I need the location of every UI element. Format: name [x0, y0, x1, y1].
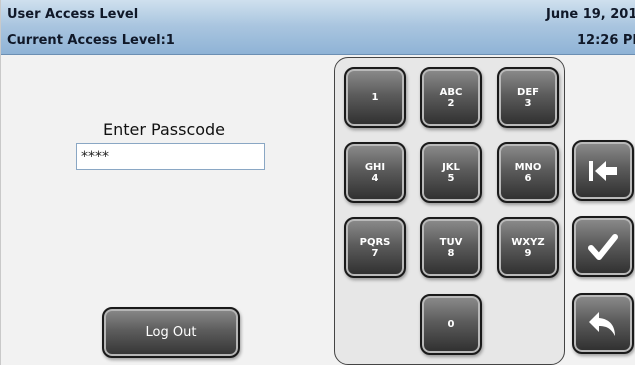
- header-bar: User Access Level Current Access Level:1…: [1, 0, 635, 55]
- date-display: June 19, 2014: [546, 7, 635, 22]
- key-2[interactable]: ABC 2: [420, 67, 482, 128]
- key-digit: 7: [371, 247, 379, 259]
- key-digit: 2: [447, 97, 455, 109]
- log-out-button[interactable]: Log Out: [102, 307, 240, 358]
- key-0[interactable]: 0: [420, 294, 482, 355]
- key-8[interactable]: TUV 8: [420, 217, 482, 278]
- key-letters: JKL: [442, 161, 460, 173]
- screen-title: User Access Level: [7, 7, 139, 22]
- time-display: 12:26 PM: [577, 33, 635, 48]
- enter-button[interactable]: [572, 216, 634, 277]
- current-access-level: Current Access Level:1: [7, 33, 175, 48]
- key-letters: WXYZ: [511, 236, 545, 248]
- key-7[interactable]: PQRS 7: [344, 217, 406, 278]
- key-3[interactable]: DEF 3: [497, 67, 559, 128]
- key-digit: 1: [371, 92, 379, 103]
- key-letters: TUV: [439, 236, 463, 248]
- key-digit: 9: [524, 247, 532, 259]
- checkmark-icon: [588, 233, 618, 260]
- key-letters: MNO: [514, 161, 542, 173]
- backspace-icon: [589, 160, 617, 181]
- key-1[interactable]: 1: [344, 67, 406, 128]
- key-letters: ABC: [439, 86, 463, 98]
- key-digit: 0: [447, 319, 455, 330]
- key-4[interactable]: GHI 4: [344, 142, 406, 203]
- key-9[interactable]: WXYZ 9: [497, 217, 559, 278]
- return-arrow-icon: [589, 311, 615, 336]
- key-digit: 6: [524, 172, 532, 184]
- back-button[interactable]: [572, 293, 634, 354]
- key-letters: GHI: [364, 161, 386, 173]
- key-digit: 5: [447, 172, 455, 184]
- key-letters: PQRS: [359, 236, 391, 248]
- key-5[interactable]: JKL 5: [420, 142, 482, 203]
- access-level-screen: User Access Level Current Access Level:1…: [0, 0, 635, 365]
- key-digit: 4: [371, 172, 379, 184]
- key-digit: 3: [524, 97, 532, 109]
- key-digit: 8: [447, 247, 455, 259]
- passcode-input[interactable]: [76, 143, 265, 170]
- backspace-button[interactable]: [572, 140, 634, 201]
- passcode-prompt: Enter Passcode: [103, 120, 226, 139]
- key-letters: DEF: [517, 86, 539, 98]
- key-6[interactable]: MNO 6: [497, 142, 559, 203]
